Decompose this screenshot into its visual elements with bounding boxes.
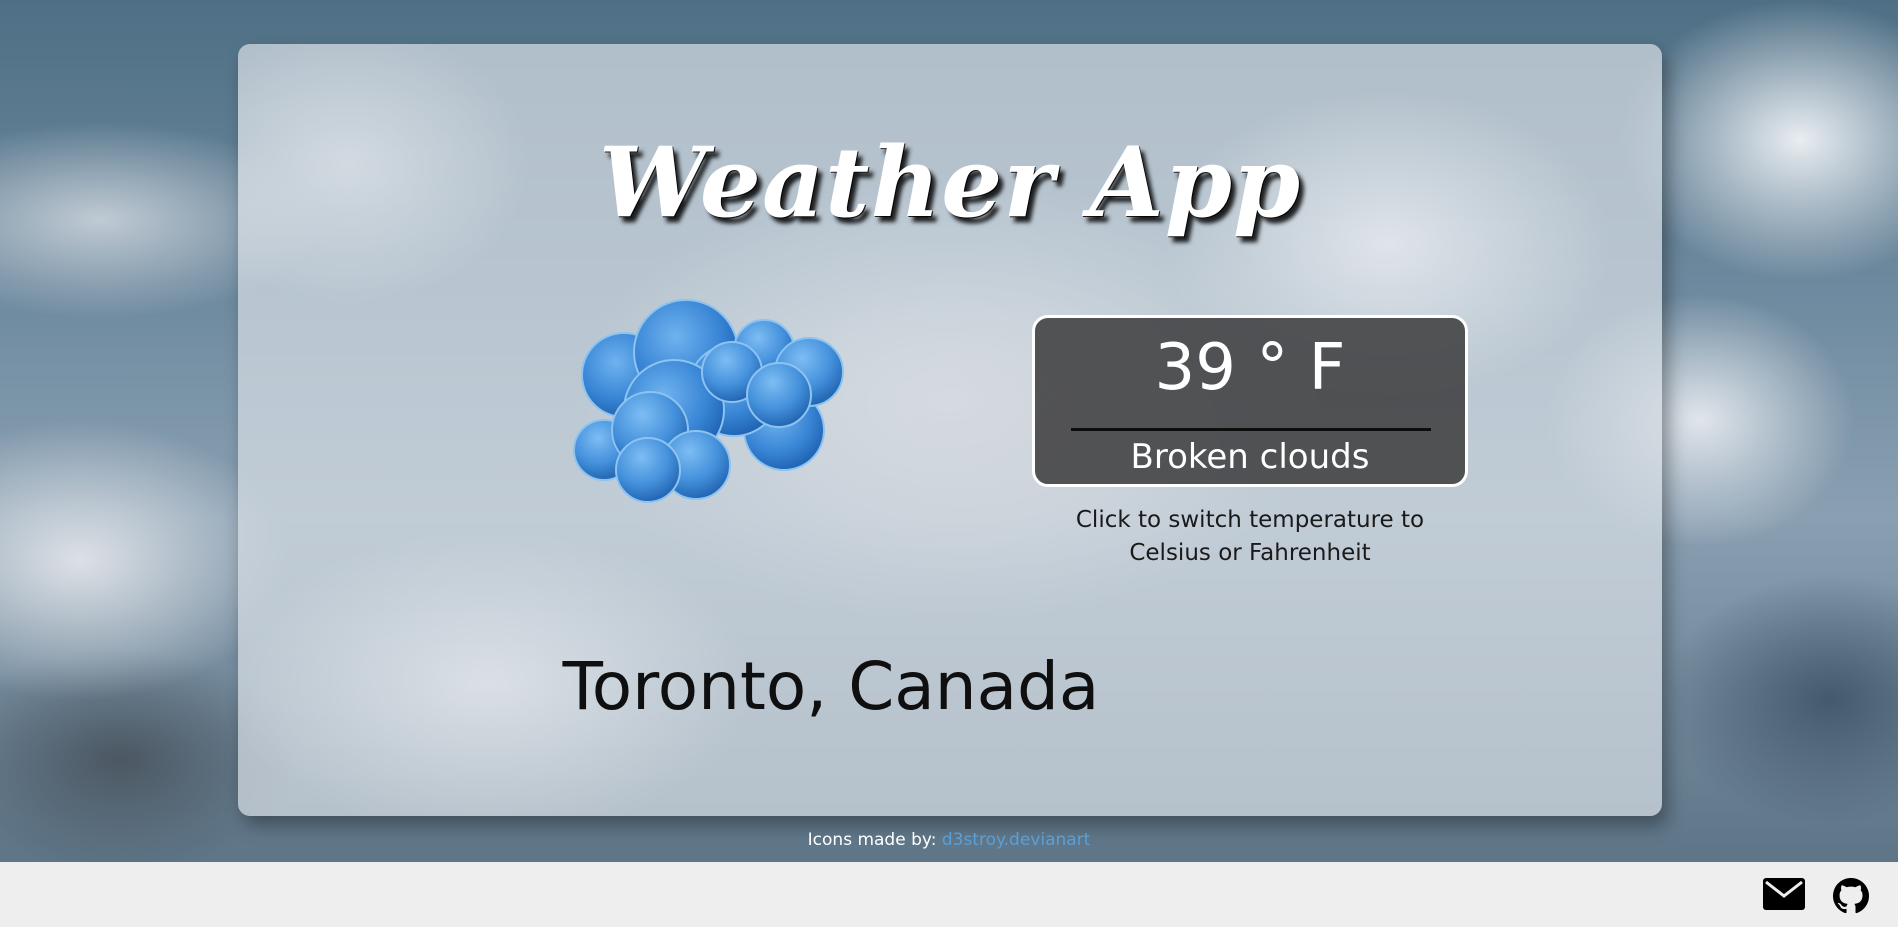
- footer-bar: [0, 862, 1898, 927]
- location-name: Toronto, Canada: [562, 648, 1100, 725]
- credits-link[interactable]: d3stroy.devianart: [942, 830, 1090, 850]
- temperature-divider: [1071, 428, 1431, 431]
- app-title: Weather App: [598, 126, 1302, 239]
- github-icon[interactable]: [1833, 878, 1869, 914]
- mail-icon[interactable]: [1763, 878, 1805, 910]
- unit-switch-hint: Click to switch temperature to Celsius o…: [1075, 507, 1425, 566]
- temperature-toggle[interactable]: 39 ° F Broken clouds: [1032, 315, 1468, 487]
- broken-clouds-icon: [573, 299, 844, 503]
- weather-card: Weather App 39 ° F Broken clouds Click t…: [238, 44, 1662, 816]
- temperature-value: 39 ° F: [1154, 331, 1346, 405]
- weather-description: Broken clouds: [1130, 437, 1370, 477]
- credits-prefix: Icons made by:: [807, 830, 937, 850]
- icon-credits: Icons made by: d3stroy.devianart: [0, 830, 1898, 850]
